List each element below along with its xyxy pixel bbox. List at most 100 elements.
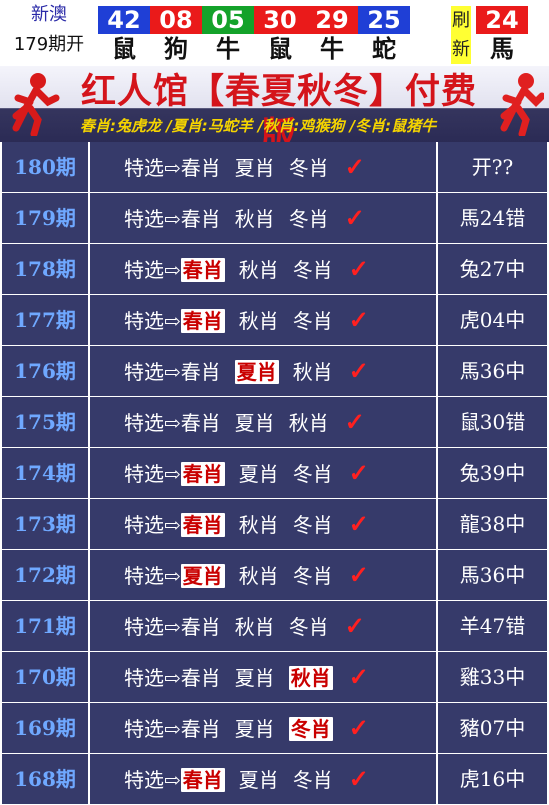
result-ball: 24 馬 bbox=[476, 6, 528, 64]
check-mark-icon: ✓ bbox=[348, 305, 369, 334]
pick-label: 特选⇨ bbox=[124, 258, 181, 282]
banner: 红人馆【春夏秋冬】付费版 春肖:兔虎龙 /夏肖:马蛇羊 /秋肖:鸡猴狗 /冬肖:… bbox=[0, 66, 549, 156]
ball-zodiac: 馬 bbox=[490, 35, 514, 63]
result-cell: 馬24错 bbox=[438, 193, 547, 243]
check-mark-icon: ✓ bbox=[344, 152, 365, 181]
pick-cell: 特选⇨春肖夏肖冬肖 ✓ bbox=[90, 142, 436, 192]
issue-number: 180期 bbox=[2, 142, 88, 192]
table-row: 180期 特选⇨春肖 夏肖 冬肖 ✓ 开?? bbox=[0, 142, 549, 192]
result-cell: 兔39中 bbox=[438, 448, 547, 498]
refresh-label-bottom: 新 bbox=[452, 39, 470, 60]
result-cell: 虎16中 bbox=[438, 754, 547, 804]
result-cell: 豬07中 bbox=[438, 703, 547, 753]
pick-item-hit: 夏肖 bbox=[180, 564, 225, 588]
results-header: 新澳 179期开 42 鼠 08 狗 05 牛 30 鼠 29 牛 25 蛇刷新 24 馬 bbox=[0, 0, 549, 66]
check-mark-icon: ✓ bbox=[344, 611, 365, 640]
pick-item-hit: 春肖 bbox=[180, 513, 225, 537]
refresh-button[interactable]: 刷新 bbox=[451, 6, 471, 64]
ball-number: 29 bbox=[306, 6, 358, 34]
result-ball: 08 狗 bbox=[150, 6, 202, 64]
ball-number: 42 bbox=[98, 6, 150, 34]
issue-number: 175期 bbox=[2, 397, 88, 447]
pick-label: 特选⇨ bbox=[124, 462, 181, 486]
pick-item: 春肖 bbox=[180, 207, 221, 231]
pick-item: 秋肖 bbox=[238, 564, 279, 588]
prediction-table: 180期 特选⇨春肖 夏肖 冬肖 ✓ 开?? 179期 特选⇨春肖 秋肖 冬肖 ✓ 馬24错 178期特… bbox=[0, 142, 549, 805]
pick-item-hit: 秋肖 bbox=[288, 666, 333, 690]
issue-number: 172期 bbox=[2, 550, 88, 600]
pick-item-hit: 夏肖 bbox=[234, 360, 279, 384]
result-cell: 鼠30错 bbox=[438, 397, 547, 447]
pick-item: 夏肖 bbox=[238, 768, 279, 792]
pick-cell: 特选⇨春肖夏肖冬肖 ✓ bbox=[90, 703, 436, 753]
ball-number: 08 bbox=[150, 6, 202, 34]
pick-item-hit: 春肖 bbox=[180, 258, 225, 282]
banner-subtitle: 春肖:兔虎龙 /夏肖:马蛇羊 /秋肖:鸡猴狗 /冬肖:鼠猪牛 bbox=[80, 117, 437, 135]
pick-item: 冬肖 bbox=[288, 156, 329, 180]
pick-label: 特选⇨ bbox=[124, 360, 181, 384]
pick-item-hit: 春肖 bbox=[180, 462, 225, 486]
issue-number: 174期 bbox=[2, 448, 88, 498]
ball-zodiac: 鼠 bbox=[112, 35, 136, 63]
pick-item: 秋肖 bbox=[292, 360, 333, 384]
draw-label: 179期开 bbox=[13, 34, 85, 55]
pick-item: 秋肖 bbox=[234, 207, 275, 231]
pick-item-hit: 春肖 bbox=[180, 768, 225, 792]
ball-number: 30 bbox=[254, 6, 306, 34]
pick-cell: 特选⇨春肖秋肖冬肖 ✓ bbox=[90, 295, 436, 345]
result-ball: 30 鼠 bbox=[254, 6, 306, 64]
ball-zodiac: 牛 bbox=[320, 35, 344, 63]
result-cell: 虎04中 bbox=[438, 295, 547, 345]
check-mark-icon: ✓ bbox=[344, 407, 365, 436]
pick-label: 特选⇨ bbox=[124, 768, 181, 792]
pick-item: 秋肖 bbox=[288, 411, 329, 435]
pick-item: 冬肖 bbox=[292, 768, 333, 792]
result-cell: 开?? bbox=[438, 142, 547, 192]
table-row: 168期 特选⇨ 春肖 夏肖 冬肖 ✓ 虎16中 bbox=[0, 754, 549, 804]
result-cell: 羊47错 bbox=[438, 601, 547, 651]
table-row: 169期 特选⇨春肖 夏肖 冬肖 ✓ 豬07中 bbox=[0, 703, 549, 753]
ball-zodiac: 蛇 bbox=[372, 35, 396, 63]
result-balls: 42 鼠 08 狗 05 牛 30 鼠 29 牛 25 蛇刷新 24 馬 bbox=[98, 6, 549, 64]
issue-number: 168期 bbox=[2, 754, 88, 804]
pick-cell: 特选⇨春肖 夏肖 秋肖 ✓ bbox=[90, 346, 436, 396]
check-mark-icon: ✓ bbox=[348, 713, 369, 742]
issue-number: 177期 bbox=[2, 295, 88, 345]
pick-item: 冬肖 bbox=[292, 258, 333, 282]
issue-number: 173期 bbox=[2, 499, 88, 549]
table-row: 174期 特选⇨ 春肖 夏肖 冬肖 ✓ 兔39中 bbox=[0, 448, 549, 498]
pick-label: 特选⇨ bbox=[124, 717, 181, 741]
pick-label: 特选⇨ bbox=[124, 513, 181, 537]
pick-cell: 特选⇨春肖秋肖冬肖 ✓ bbox=[90, 244, 436, 294]
pick-item: 夏肖 bbox=[238, 462, 279, 486]
table-row: 177期 特选⇨ 春肖 秋肖 冬肖 ✓ 虎04中 bbox=[0, 295, 549, 345]
pick-label: 特选⇨ bbox=[124, 309, 181, 333]
result-cell: 雞33中 bbox=[438, 652, 547, 702]
pick-cell: 特选⇨春肖 夏肖 秋肖 ✓ bbox=[90, 397, 436, 447]
result-ball: 25 蛇 bbox=[358, 6, 410, 64]
table-row: 176期 特选⇨春肖 夏肖 秋肖 ✓ 馬36中 bbox=[0, 346, 549, 396]
table-row: 178期 特选⇨ 春肖 秋肖 冬肖 ✓ 兔27中 bbox=[0, 244, 549, 294]
pick-item: 夏肖 bbox=[234, 666, 275, 690]
pick-label: 特选⇨ bbox=[124, 411, 181, 435]
issue-number: 169期 bbox=[2, 703, 88, 753]
pick-item: 冬肖 bbox=[292, 564, 333, 588]
draw-info: 新澳 179期开 bbox=[0, 4, 98, 58]
check-mark-icon: ✓ bbox=[348, 254, 369, 283]
table-row: 179期 特选⇨春肖 秋肖 冬肖 ✓ 馬24错 bbox=[0, 193, 549, 243]
pick-item: 冬肖 bbox=[292, 309, 333, 333]
pick-label: 特选⇨ bbox=[124, 615, 181, 639]
pick-item-hit: 冬肖 bbox=[288, 717, 333, 741]
ball-zodiac: 牛 bbox=[216, 35, 240, 63]
result-cell: 馬36中 bbox=[438, 346, 547, 396]
issue-number: 178期 bbox=[2, 244, 88, 294]
pick-cell: 特选⇨春肖夏肖冬肖 ✓ bbox=[90, 754, 436, 804]
pick-item: 夏肖 bbox=[234, 717, 275, 741]
table-row: 172期 特选⇨ 夏肖 秋肖 冬肖 ✓ 馬36中 bbox=[0, 550, 549, 600]
table-row: 175期 特选⇨春肖 夏肖 秋肖 ✓ 鼠30错 bbox=[0, 397, 549, 447]
pick-cell: 特选⇨春肖秋肖冬肖 ✓ bbox=[90, 499, 436, 549]
pick-label: 特选⇨ bbox=[124, 156, 181, 180]
check-mark-icon: ✓ bbox=[348, 764, 369, 793]
pick-item: 冬肖 bbox=[288, 615, 329, 639]
refresh-label-top: 刷 bbox=[452, 10, 470, 31]
